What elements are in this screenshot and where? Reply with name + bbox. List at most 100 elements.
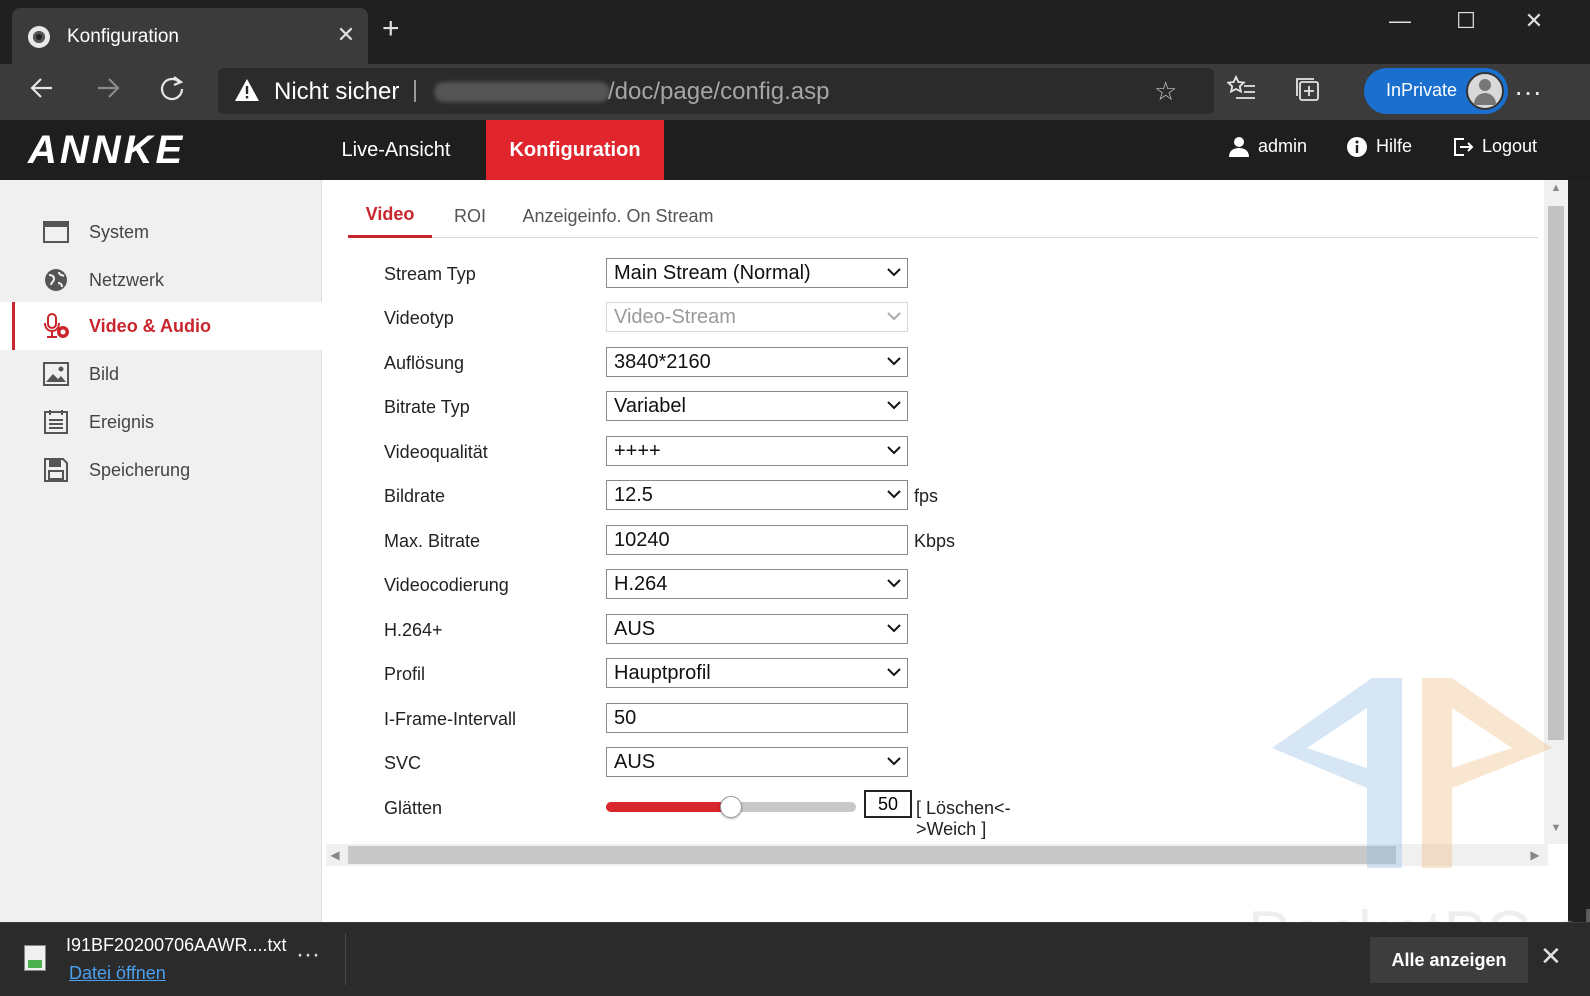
text-file-icon [24,945,46,971]
url-path[interactable]: /doc/page/config.asp [608,78,830,106]
back-icon[interactable] [22,74,62,110]
row-bitrate-type: Bitrate Typ Variabel [384,391,1024,421]
reload-icon[interactable] [152,74,192,110]
sidebar-item-label: Netzwerk [89,270,165,290]
field-label: SVC [384,753,422,773]
download-divider [345,933,346,985]
tab-video[interactable]: Video [348,196,432,238]
row-video-type: Videotyp Video-Stream [384,302,1024,332]
logout-link[interactable]: Logout [1452,136,1537,164]
sidebar-item-network[interactable]: Netzwerk [0,256,322,304]
browser-tab[interactable]: Konfiguration ✕ [12,8,368,64]
chevron-down-icon [887,268,901,277]
max-bitrate-input[interactable]: 10240 [606,525,908,555]
row-svc: SVC AUS [384,747,1024,777]
address-bar[interactable]: Nicht sicher /doc/page/config.asp ☆ [218,68,1214,114]
window-close-icon[interactable]: ✕ [1514,8,1554,40]
collections-icon[interactable] [1288,74,1328,110]
sidebar-item-system[interactable]: System [0,208,322,256]
slider-thumb[interactable] [720,796,742,818]
logout-icon [1454,138,1474,157]
stream-type-select[interactable]: Main Stream (Normal) [606,258,908,288]
field-label: Videoqualität [384,442,488,462]
inprivate-button[interactable]: InPrivate [1364,68,1508,114]
user-name: admin [1258,136,1308,156]
show-all-button[interactable]: Alle anzeigen [1370,937,1528,983]
slider-fill [606,802,731,812]
sidebar-item-video-audio[interactable]: Video & Audio [0,302,322,350]
select-value: Variabel [614,395,686,417]
warning-icon [235,79,259,101]
select-value: AUS [614,751,656,773]
user-menu[interactable]: admin [1228,136,1307,164]
user-icon [1229,137,1249,158]
sidebar-item-label: Ereignis [89,412,155,432]
new-tab-icon[interactable]: + [382,14,400,44]
sidebar-item-image[interactable]: Bild [0,350,322,398]
row-profile: Profil Hauptprofil [384,658,1024,688]
address-divider [414,80,416,102]
svc-select[interactable]: AUS [606,747,908,777]
globe-icon [45,269,67,291]
download-bar-close-icon[interactable]: ✕ [1540,941,1562,972]
microphone-icon [44,313,69,338]
calendar-icon [44,410,68,434]
nav-configuration[interactable]: Konfiguration [486,120,664,180]
iframe-interval-input[interactable]: 50 [606,703,908,733]
input-value: 50 [614,707,637,729]
row-smoothing: Glätten 50 [ Löschen<->Weich ] [384,790,1024,839]
sidebar-item-storage[interactable]: Speicherung [0,446,322,494]
profile-select[interactable]: Hauptprofil [606,658,908,688]
chevron-down-icon [887,668,901,677]
scroll-up-icon[interactable]: ▲ [1548,182,1564,200]
open-file-link[interactable]: Datei öffnen [69,963,166,984]
camera-favicon-icon [28,26,50,48]
tab-roi[interactable]: ROI [444,196,496,238]
maximize-icon[interactable]: ☐ [1446,8,1486,40]
tab-strip: Konfiguration ✕ + — ☐ ✕ [0,0,1590,64]
field-label: H.264+ [384,620,443,640]
nav-live-view[interactable]: Live-Ansicht [318,120,474,180]
unit-label: Kbps [914,531,956,551]
h264plus-select[interactable]: AUS [606,614,908,644]
help-link[interactable]: Hilfe [1346,136,1412,164]
bitrate-type-select[interactable]: Variabel [606,391,908,421]
smoothing-slider[interactable] [606,796,856,818]
sidebar-item-event[interactable]: Ereignis [0,398,322,446]
favorite-star-icon[interactable]: ☆ [1154,76,1177,107]
row-video-encoding: Videocodierung H.264 [384,569,1024,599]
horizontal-scroll-thumb[interactable] [348,846,1396,864]
settings-more-icon[interactable]: ··· [1508,74,1548,110]
video-quality-select[interactable]: ++++ [606,436,908,466]
video-type-select: Video-Stream [606,302,908,332]
smoothing-value-input[interactable]: 50 [864,790,912,818]
video-encoding-select[interactable]: H.264 [606,569,908,599]
browser-toolbar: Nicht sicher /doc/page/config.asp ☆ InPr… [0,64,1590,120]
smoothing-hint: [ Löschen<->Weich ] [916,798,1011,839]
pocketpc-watermark-logo [1272,678,1552,868]
chevron-down-icon [887,757,901,766]
security-status[interactable]: Nicht sicher [274,78,399,106]
chevron-down-icon [887,579,901,588]
sidebar-item-label: Speicherung [89,460,191,480]
download-more-icon[interactable]: ··· [296,941,320,969]
tab-stream-info[interactable]: Anzeigeinfo. On Stream [518,196,718,238]
resolution-select[interactable]: 3840*2160 [606,347,908,377]
download-bar: I91BF20200706AAWR....txt Datei öffnen ··… [0,922,1590,996]
field-label: Glätten [384,798,443,818]
select-value: H.264 [614,573,668,595]
image-icon [43,362,69,386]
sidebar-item-label: Bild [89,364,120,384]
field-label: Auflösung [384,353,465,373]
frame-rate-select[interactable]: 12.5 [606,480,908,510]
tab-close-icon[interactable]: ✕ [334,22,358,48]
sidebar-item-label: Video & Audio [89,316,212,336]
favorites-icon[interactable] [1222,74,1262,110]
scroll-left-icon[interactable]: ◀ [326,846,344,864]
forward-icon[interactable] [88,74,128,110]
vertical-scroll-thumb[interactable] [1548,206,1564,740]
minimize-icon[interactable]: — [1380,8,1420,40]
info-icon [1347,137,1367,158]
row-video-quality: Videoqualität ++++ [384,436,1024,466]
field-label: Bildrate [384,486,446,506]
